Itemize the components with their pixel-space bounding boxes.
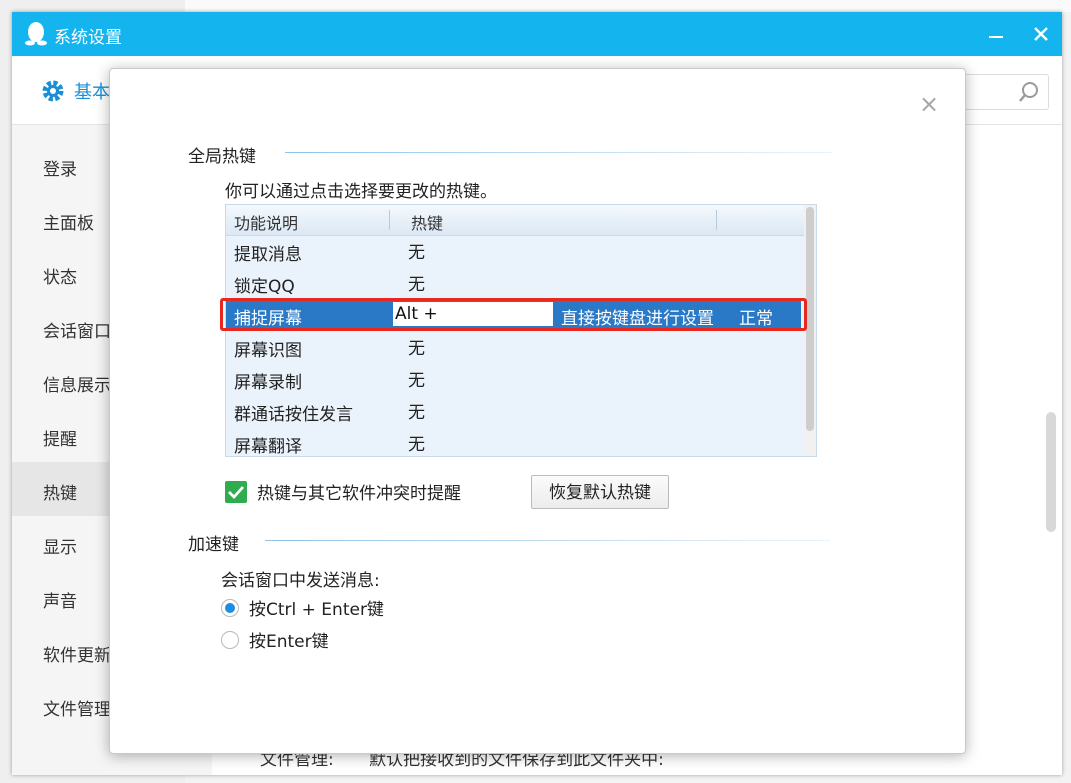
sidebar-item-hotkeys[interactable]: 热键	[43, 479, 77, 504]
sidebar-item-sound[interactable]: 声音	[43, 587, 77, 612]
row-function: 提取消息	[234, 245, 302, 265]
minimize-button[interactable]	[982, 20, 1010, 48]
row-function: 群通话按住发言	[234, 405, 353, 425]
row-hotkey: 无	[408, 371, 425, 391]
conflict-checkbox-label: 热键与其它软件冲突时提醒	[257, 484, 461, 504]
row-status: 正常	[739, 309, 773, 329]
column-header-hotkey[interactable]: 热键	[411, 210, 443, 234]
content-scrollbar[interactable]	[1046, 412, 1056, 532]
qq-penguin-icon	[25, 22, 47, 46]
table-row[interactable]: 提取消息 无	[226, 235, 801, 267]
row-description: 直接按键盘进行设置	[561, 309, 714, 329]
sidebar-item-chat-window[interactable]: 会话窗口	[43, 317, 111, 342]
row-hotkey: 无	[408, 403, 425, 423]
gear-icon	[42, 80, 64, 102]
table-row[interactable]: 屏幕识图 无	[226, 331, 801, 363]
radio-enter-label: 按Enter键	[249, 632, 329, 652]
close-icon	[1034, 27, 1048, 41]
tab-basic-label: 基本	[74, 82, 110, 103]
table-row[interactable]: 屏幕录制 无	[226, 363, 801, 395]
section-divider	[285, 152, 832, 153]
radio-ctrl-enter[interactable]: 按Ctrl + Enter键	[221, 595, 384, 620]
row-hotkey: 无	[408, 275, 425, 295]
sidebar-item-status[interactable]: 状态	[43, 263, 77, 288]
hotkey-table: 功能说明 热键 提取消息 无 锁定QQ 无 捕捉屏幕 Alt + 直接按键盘进行…	[225, 204, 817, 457]
table-row[interactable]: 群通话按住发言 无	[226, 395, 801, 427]
radio-ctrl-enter-label: 按Ctrl + Enter键	[249, 600, 384, 620]
table-row[interactable]: 屏幕翻译 无	[226, 427, 801, 457]
dialog-close-button[interactable]: ×	[916, 91, 942, 117]
row-function: 屏幕识图	[234, 341, 302, 361]
search-icon	[1019, 82, 1038, 102]
column-separator	[389, 210, 390, 230]
section-title-global-hotkeys: 全局热键	[188, 147, 256, 167]
title-bar[interactable]: 系统设置	[12, 12, 1062, 56]
sidebar-item-main-panel[interactable]: 主面板	[43, 209, 94, 234]
background-top-strip	[185, 0, 1071, 12]
sidebar-item-file-management[interactable]: 文件管理	[43, 695, 111, 720]
row-hotkey: 无	[408, 243, 425, 263]
sidebar-item-display[interactable]: 显示	[43, 533, 77, 558]
window-title: 系统设置	[54, 28, 122, 48]
table-row-selected[interactable]: 捕捉屏幕 Alt + 直接按键盘进行设置 正常	[226, 299, 801, 331]
table-header: 功能说明 热键	[226, 205, 816, 236]
close-button[interactable]	[1027, 20, 1055, 48]
radio-button[interactable]	[221, 630, 239, 649]
conflict-checkbox[interactable]	[225, 480, 247, 503]
row-hotkey: 无	[408, 339, 425, 359]
hotkey-edit-field[interactable]: Alt +	[393, 302, 553, 326]
column-header-function[interactable]: 功能说明	[234, 210, 298, 234]
hotkey-dialog: × 全局热键 你可以通过点击选择要更改的热键。 功能说明 热键 提取消息 无 锁…	[109, 68, 966, 754]
sidebar-item-software-update[interactable]: 软件更新	[43, 641, 111, 666]
column-separator	[716, 210, 717, 230]
restore-default-hotkeys-button[interactable]: 恢复默认热键	[531, 475, 669, 509]
row-function: 屏幕录制	[234, 373, 302, 393]
table-scrollbar-thumb[interactable]	[806, 207, 814, 431]
sidebar-item-info-display[interactable]: 信息展示	[43, 371, 111, 396]
table-row[interactable]: 锁定QQ 无	[226, 267, 801, 299]
row-function: 屏幕翻译	[234, 437, 302, 457]
sidebar-item-reminder[interactable]: 提醒	[43, 425, 77, 450]
section-title-accelerator: 加速键	[188, 535, 239, 555]
row-hotkey: 无	[408, 435, 425, 455]
row-function: 锁定QQ	[234, 277, 295, 297]
row-function: 捕捉屏幕	[234, 309, 302, 329]
radio-enter[interactable]: 按Enter键	[221, 627, 329, 652]
minimize-icon	[989, 36, 1003, 38]
section-divider	[265, 540, 830, 541]
hotkey-hint: 你可以通过点击选择要更改的热键。	[225, 182, 497, 202]
conflict-checkbox-row[interactable]: 热键与其它软件冲突时提醒	[225, 479, 461, 504]
tab-basic[interactable]: 基本	[40, 78, 110, 104]
sidebar-item-login[interactable]: 登录	[43, 155, 77, 180]
table-scrollbar[interactable]	[804, 205, 816, 456]
radio-button-checked[interactable]	[221, 598, 239, 617]
checkmark-icon	[228, 485, 245, 499]
send-message-label: 会话窗口中发送消息:	[221, 571, 380, 591]
